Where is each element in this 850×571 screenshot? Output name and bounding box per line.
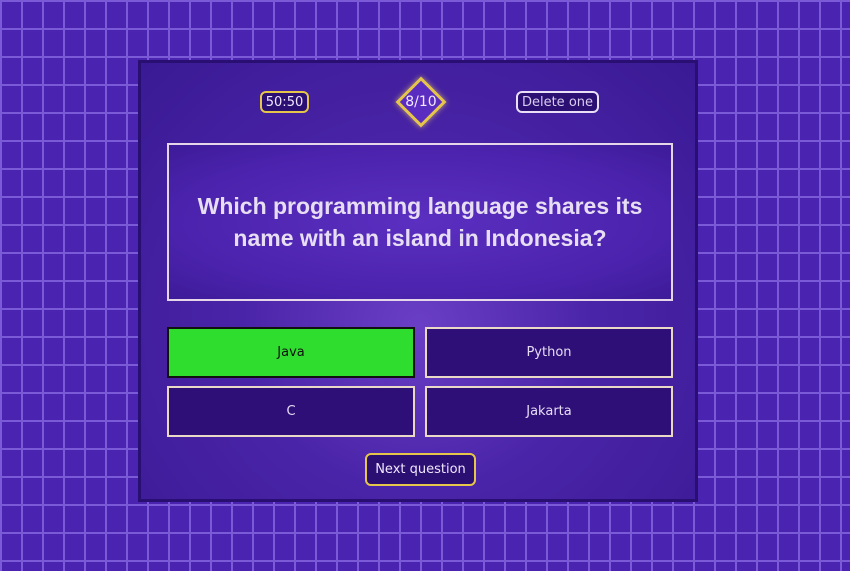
next-question-button[interactable]: Next question <box>365 453 476 486</box>
quiz-panel: 50:50 8/10 Delete one Which programming … <box>138 60 698 502</box>
answer-option-java[interactable]: Java <box>167 327 415 378</box>
answer-label: Jakarta <box>526 404 572 419</box>
answer-option-jakarta[interactable]: Jakarta <box>425 386 673 437</box>
question-text: Which programming language shares its na… <box>197 193 643 251</box>
delete-one-lifeline-button[interactable]: Delete one <box>516 91 599 113</box>
answer-label: C <box>286 404 296 419</box>
question-progress-indicator: 8/10 <box>395 76 447 128</box>
question-box: Which programming language shares its na… <box>167 143 673 301</box>
answer-option-python[interactable]: Python <box>425 327 673 378</box>
fifty-fifty-lifeline-button[interactable]: 50:50 <box>260 91 309 113</box>
answer-option-c[interactable]: C <box>167 386 415 437</box>
answer-label: Java <box>277 345 305 360</box>
question-counter: 8/10 <box>405 94 437 110</box>
answer-label: Python <box>526 345 572 360</box>
